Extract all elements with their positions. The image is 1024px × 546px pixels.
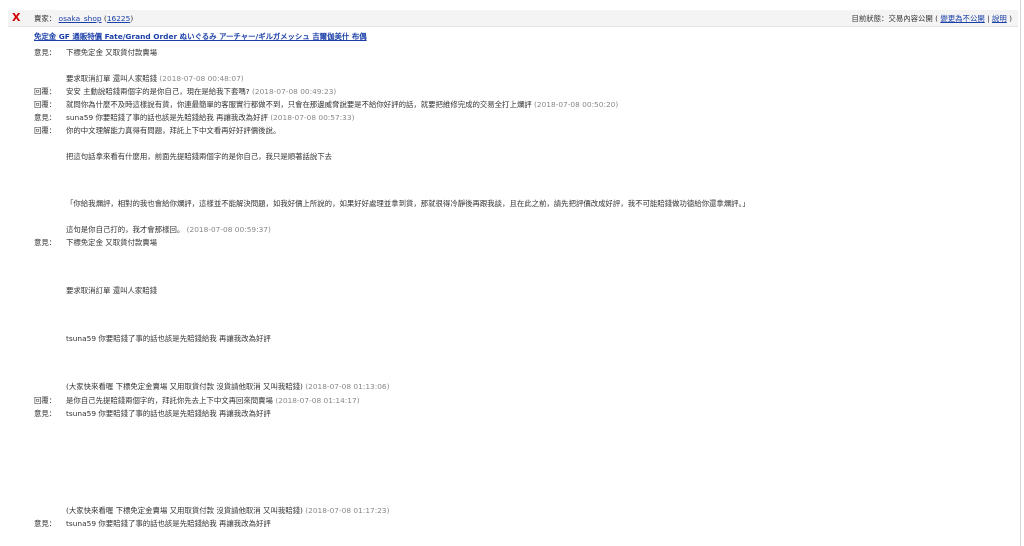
row-text: 要求取消訂單 還叫人家賠錢 (2018-07-08 00:48:07) <box>66 74 244 83</box>
row-label: 意見： <box>34 113 57 122</box>
row-text: 是你自己先提賠錢兩個字的，拜託你先去上下中文再回來問賣場 (2018-07-08… <box>66 396 360 405</box>
row-text: 要求取消訂單 還叫人家賠錢 <box>66 286 158 295</box>
row-text: tsuna59 你要賠錢了事的話也該是先賠錢給我 再讓我改為好評 <box>66 519 271 528</box>
x-mark-icon: X <box>12 11 21 24</box>
row-text: (大家快來看喔 下標免定金賣場 又用取貨付款 沒貨請他取消 又叫我賠錢) (20… <box>66 506 390 515</box>
seller-name-link[interactable]: osaka_shop <box>59 14 102 23</box>
seller-label: 賣家： <box>34 14 57 23</box>
row-label: 回覆： <box>34 100 57 109</box>
row-text: tsuna59 你要賠錢了事的話也該是先賠錢給我 再讓我改為好評 <box>66 334 271 343</box>
row-label: 意見： <box>34 409 57 418</box>
row-label: 意見： <box>34 48 57 57</box>
row-text: (大家快來看喔 下標免定金賣場 又用取貨付款 沒貨請他取消 又叫我賠錢) (20… <box>66 382 390 391</box>
row-text: 下標免定金 又取貨付款賣場 <box>66 238 158 247</box>
row-label: 回覆： <box>34 396 57 405</box>
row-text: 安安 主動說賠錢兩個字的是你自己，現在是給我下套嗎? (2018-07-08 0… <box>66 87 337 96</box>
status-separator: | <box>987 14 990 23</box>
row-text: tsuna59 你要賠錢了事的話也該是先賠錢給我 再讓我改為好評 <box>66 409 271 418</box>
make-private-link[interactable]: 變更為不公開 <box>940 14 984 23</box>
row-label: 意見： <box>34 238 57 247</box>
status-close: ) <box>1009 14 1012 23</box>
row-text: 「你給我爛評，相對的我也會給你爛評，這樣並不能解決問題，如我好價上所說的，如果好… <box>66 199 750 208</box>
row-label: 意見： <box>34 519 57 528</box>
item-title-link[interactable]: 免定金 GF 通販特價 Fate/Grand Order ぬいぐるみ アーチャー… <box>34 32 367 41</box>
item-title: 免定金 GF 通販特價 Fate/Grand Order ぬいぐるみ アーチャー… <box>34 32 367 42</box>
privacy-status: 目前狀態：交易內容公開 ( 變更為不公開 | 說明 ) <box>851 14 1012 24</box>
row-text: 就問你為什麼不及時這樣說有貨，你連最簡單的客服實行都做不到，只會在那邊威脅說要是… <box>66 100 619 109</box>
row-text: 你的中文理解能力真得有問題，拜託上下中文看再好好評價後說。 <box>66 126 281 135</box>
row-label: 回覆： <box>34 126 57 135</box>
seller-rating-link[interactable]: 16225 <box>107 14 131 23</box>
row-text: 把這句話拿來看有什麼用，前面先提賠錢兩個字的是你自己，我只是順著話說下去 <box>66 152 333 161</box>
row-text: 這句是你自己打的，我才會那樣回。 (2018-07-08 00:59:37) <box>66 225 271 234</box>
help-link[interactable]: 說明 <box>992 14 1007 23</box>
row-text: suna59 你要賠錢了事的話也該是先賠錢給我 再讓我改為好評 (2018-07… <box>66 113 355 122</box>
status-label: 目前狀態：交易內容公開 ( <box>851 14 939 23</box>
row-label: 回覆： <box>34 87 57 96</box>
seller-info: 賣家： osaka_shop (16225) <box>34 14 134 23</box>
row-text: 下標免定金 又取貨付款賣場 <box>66 48 158 57</box>
